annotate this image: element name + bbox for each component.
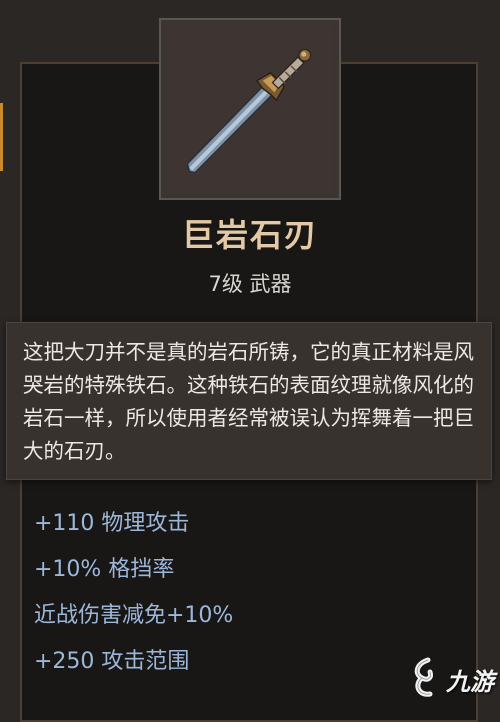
stat-line: +10% 格挡率 bbox=[34, 557, 175, 582]
item-name: 巨岩石刃 bbox=[181, 216, 318, 254]
greatsword-icon bbox=[186, 48, 312, 174]
item-description-tooltip: 这把大刀并不是真的岩石所铸，它的真正材料是风哭岩的特殊铁石。这种铁石的表面纹理就… bbox=[6, 322, 492, 480]
item-stats-list: +110 物理攻击 +10% 格挡率 近战伤害减免+10% +250 攻击范围 bbox=[34, 508, 233, 692]
stat-line: +110 物理攻击 bbox=[34, 511, 190, 536]
jiuyou-logo-icon bbox=[414, 657, 433, 697]
side-tab-indicator bbox=[0, 103, 3, 171]
watermark-text: 九游 bbox=[446, 668, 494, 696]
item-icon-frame bbox=[159, 18, 341, 200]
item-description: 这把大刀并不是真的岩石所铸，它的真正材料是风哭岩的特殊铁石。这种铁石的表面纹理就… bbox=[23, 340, 474, 463]
item-level-type: 7级 武器 bbox=[208, 272, 292, 296]
stat-line: 近战伤害减免+10% bbox=[34, 603, 234, 628]
watermark: 九游 bbox=[408, 656, 500, 700]
stat-line: +250 攻击范围 bbox=[34, 649, 190, 674]
